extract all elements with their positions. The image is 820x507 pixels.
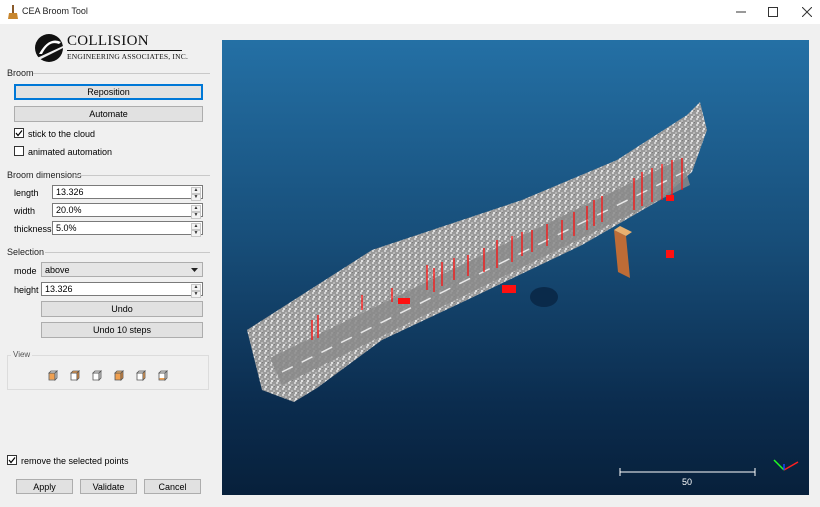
mode-value: above: [45, 264, 70, 275]
apply-button[interactable]: Apply: [16, 479, 73, 494]
logo-divider: [67, 50, 182, 51]
logo-name: COLLISION: [67, 33, 149, 49]
dimensions-group-label: Broom dimensions: [7, 170, 82, 180]
cloud-hole: [530, 287, 558, 307]
view-top-icon[interactable]: [69, 369, 81, 381]
spin-down-icon[interactable]: ▼: [191, 194, 201, 201]
view-left-icon[interactable]: [91, 369, 103, 381]
close-icon: [802, 7, 812, 17]
spin-up-icon[interactable]: ▲: [191, 187, 201, 194]
scale-value: 50: [682, 477, 693, 487]
stick-to-cloud-label: stick to the cloud: [28, 129, 96, 139]
maximize-button[interactable]: [762, 2, 784, 22]
maximize-icon: [768, 7, 778, 17]
undo-button[interactable]: Undo: [41, 301, 203, 317]
point-cloud-render[interactable]: [222, 40, 809, 495]
length-spinbox[interactable]: 13.326 ▲ ▼: [52, 185, 203, 201]
collision-logo-icon: [35, 34, 63, 62]
remove-selected-checkbox[interactable]: [7, 455, 17, 465]
cancel-button[interactable]: Cancel: [144, 479, 201, 494]
view-front-icon[interactable]: [47, 369, 59, 381]
dimensions-group-divider: [75, 175, 210, 176]
window-title: CEA Broom Tool: [22, 6, 88, 16]
broom-group-divider: [33, 73, 210, 74]
checkmark-icon: [15, 130, 23, 137]
mode-select[interactable]: above: [41, 262, 203, 277]
spin-up-icon[interactable]: ▲: [191, 284, 201, 291]
spin-down-icon[interactable]: ▼: [191, 291, 201, 298]
minimize-icon: [736, 11, 746, 13]
view-back-icon[interactable]: [113, 369, 125, 381]
spin-up-icon[interactable]: ▲: [191, 223, 201, 230]
animated-automation-checkbox[interactable]: [14, 146, 24, 156]
animated-automation-label: animated automation: [28, 147, 113, 157]
width-spin-arrows[interactable]: ▲ ▼: [191, 205, 201, 219]
height-spin-arrows[interactable]: ▲ ▼: [191, 284, 201, 298]
selection-group-divider: [45, 252, 210, 253]
width-spinbox[interactable]: 20.0% ▲ ▼: [52, 203, 203, 219]
thickness-spinbox[interactable]: 5.0% ▲ ▼: [52, 221, 203, 237]
thickness-spin-arrows[interactable]: ▲ ▼: [191, 223, 201, 237]
selection-group-label: Selection: [7, 247, 45, 257]
spin-up-icon[interactable]: ▲: [191, 205, 201, 212]
close-button[interactable]: [796, 2, 818, 22]
view-right-icon[interactable]: [135, 369, 147, 381]
broom-group-label: Broom: [7, 68, 34, 78]
broom-box[interactable]: [614, 226, 632, 278]
point-cloud-viewport[interactable]: 50: [222, 40, 809, 495]
validate-button[interactable]: Validate: [80, 479, 137, 494]
chevron-down-icon: [191, 268, 198, 272]
view-buttons: [47, 369, 169, 381]
reposition-button[interactable]: Reposition: [14, 84, 203, 100]
spin-down-icon[interactable]: ▼: [191, 230, 201, 237]
automate-button[interactable]: Automate: [14, 106, 203, 122]
title-bar: CEA Broom Tool: [0, 0, 820, 24]
spin-down-icon[interactable]: ▼: [191, 212, 201, 219]
view-group-label: View: [11, 350, 33, 359]
height-value: 13.326: [45, 284, 73, 294]
axis-triad-icon: [773, 459, 799, 471]
logo-subtitle: ENGINEERING ASSOCIATES, INC.: [67, 52, 189, 61]
thickness-label: thickness: [14, 224, 52, 234]
height-label: height: [14, 285, 39, 295]
undo-10-steps-button[interactable]: Undo 10 steps: [41, 322, 203, 338]
height-spinbox[interactable]: 13.326 ▲ ▼: [41, 282, 203, 298]
checkmark-icon: [8, 457, 16, 464]
scale-bar: [619, 468, 756, 476]
minimize-button[interactable]: [730, 2, 752, 22]
mode-label: mode: [14, 266, 37, 276]
length-spin-arrows[interactable]: ▲ ▼: [191, 187, 201, 201]
thickness-value: 5.0%: [56, 223, 77, 233]
width-value: 20.0%: [56, 205, 82, 215]
view-bottom-icon[interactable]: [157, 369, 169, 381]
length-label: length: [14, 188, 39, 198]
remove-selected-label: remove the selected points: [21, 456, 129, 466]
length-value: 13.326: [56, 187, 84, 197]
broom-app-icon: [8, 5, 18, 19]
width-label: width: [14, 206, 36, 216]
stick-to-cloud-checkbox[interactable]: [14, 128, 24, 138]
